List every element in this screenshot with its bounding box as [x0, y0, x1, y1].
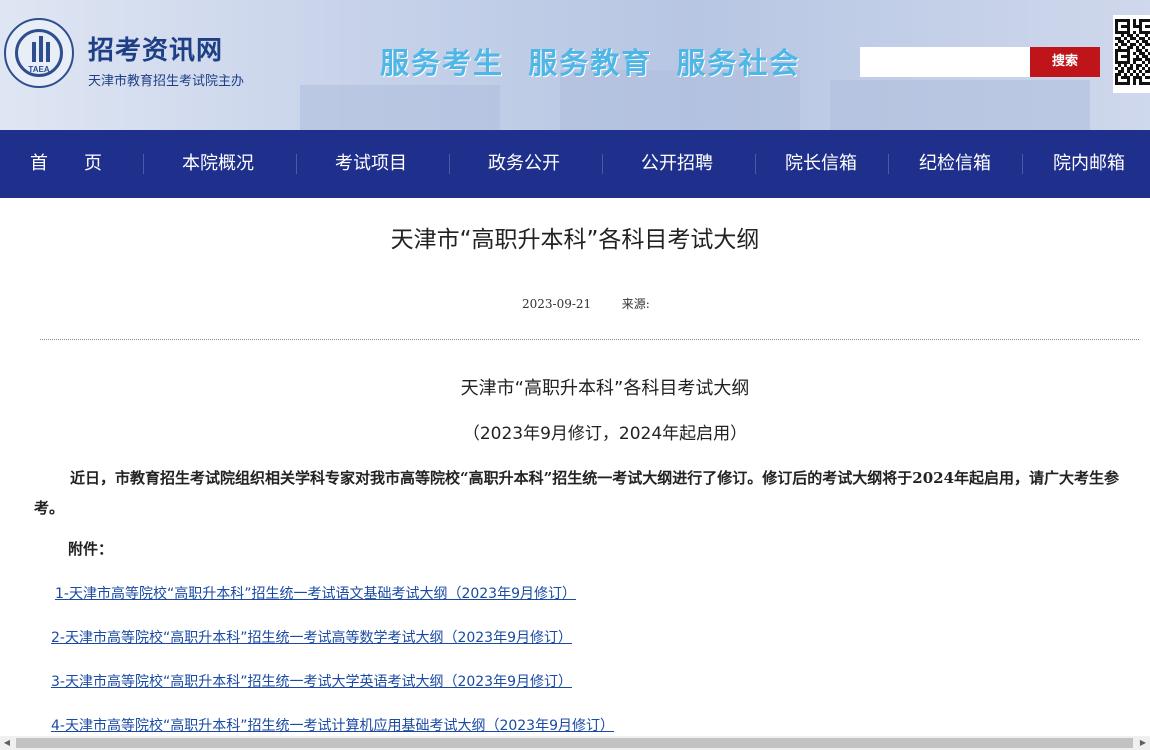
scrollbar-thumb[interactable] [16, 738, 1133, 748]
article-date: 2023-09-21 [522, 297, 592, 311]
scroll-left-icon[interactable]: ◀ [0, 736, 14, 750]
article-revision-note: （2023年9月修订，2024年起启用） [462, 424, 748, 444]
article-meta: 2023-09-21 来源: [522, 295, 650, 312]
article-source-label: 来源: [621, 297, 650, 311]
site-slogan: 服务考生 服务教育 服务社会 [380, 46, 801, 80]
attachment-link-english[interactable]: 3-天津市高等院校“高职升本科”招生统一考试大学英语考试大纲（2023年9月修订… [51, 671, 572, 691]
attachments-label: 附件： [68, 540, 114, 558]
site-logo[interactable]: TAEA [4, 18, 74, 88]
site-header: TAEA 招考资讯网 天津市教育招生考试院主办 服务考生 服务教育 服务社会 搜… [0, 0, 1150, 130]
qr-code-icon [1113, 15, 1150, 93]
nav-item-exams[interactable]: 考试项目 [335, 130, 407, 198]
horizontal-scrollbar[interactable]: ◀ ▶ [0, 736, 1150, 750]
main-navigation: 首 页 本院概况 考试项目 政务公开 公开招聘 院长信箱 纪检信箱 院内邮箱 [0, 130, 1150, 198]
site-name[interactable]: 招考资讯网 [88, 30, 223, 67]
nav-item-president-mailbox[interactable]: 院长信箱 [785, 130, 857, 198]
search-button[interactable]: 搜索 [1030, 47, 1100, 77]
nav-item-gov-affairs[interactable]: 政务公开 [488, 130, 560, 198]
nav-item-recruitment[interactable]: 公开招聘 [641, 130, 713, 198]
nav-item-internal-mail[interactable]: 院内邮箱 [1053, 130, 1125, 198]
scroll-right-icon[interactable]: ▶ [1136, 736, 1150, 750]
nav-item-home[interactable]: 首 页 [30, 130, 102, 198]
article-title: 天津市“高职升本科”各科目考试大纲 [390, 227, 760, 253]
attachment-link-computer[interactable]: 4-天津市高等院校“高职升本科”招生统一考试计算机应用基础考试大纲（2023年9… [51, 715, 614, 735]
site-subtitle: 天津市教育招生考试院主办 [88, 74, 245, 89]
divider [40, 339, 1139, 340]
nav-item-inspection-mailbox[interactable]: 纪检信箱 [919, 130, 991, 198]
logo-text: TAEA [28, 65, 50, 74]
attachment-link-chinese[interactable]: 1-天津市高等院校“高职升本科”招生统一考试语文基础考试大纲（2023年9月修订… [55, 583, 576, 603]
nav-item-about[interactable]: 本院概况 [182, 130, 254, 198]
search-input[interactable] [860, 47, 1030, 77]
article-subtitle: 天津市“高职升本科”各科目考试大纲 [460, 378, 750, 399]
article-paragraph: 近日，市教育招生考试院组织相关学科专家对我市高等院校“高职升本科”招生统一考试大… [34, 469, 1120, 517]
attachment-link-math[interactable]: 2-天津市高等院校“高职升本科”招生统一考试高等数学考试大纲（2023年9月修订… [51, 627, 572, 647]
